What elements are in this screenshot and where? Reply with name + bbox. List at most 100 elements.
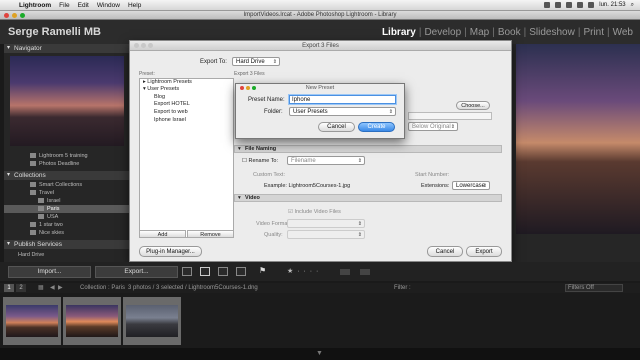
preset-item[interactable]: Blog [154,94,165,100]
menu-help[interactable]: Help [128,2,141,9]
tray-icon[interactable] [544,2,551,8]
minimize-icon[interactable] [246,86,250,90]
collection-item[interactable]: 1 star two [4,221,129,229]
back-icon[interactable]: ◀ [50,284,55,291]
close-icon[interactable] [4,13,9,18]
star-rating[interactable]: ★ · · · · [287,267,319,275]
module-library[interactable]: Library [379,27,419,38]
apple-icon[interactable] [6,1,14,9]
choose-folder-button[interactable]: Choose... [456,101,490,110]
cancel-preset-button[interactable]: Cancel [318,122,355,132]
loupe-photo[interactable] [516,44,640,234]
cancel-button[interactable]: Cancel [427,246,463,257]
collection-icon [30,230,36,236]
folder-label: Folder: [264,109,283,115]
battery-icon[interactable] [588,2,595,8]
color-label-icon[interactable] [340,269,350,275]
forward-icon[interactable]: ▶ [58,284,63,291]
new-preset-title: New Preset [236,84,404,92]
zoom-icon[interactable] [252,86,256,90]
menu-window[interactable]: Window [97,2,120,9]
publish-header[interactable]: Publish Services [4,240,129,249]
rename-checkbox[interactable]: ☐ Rename To: [242,158,278,164]
video-section[interactable]: Video [234,194,502,202]
extensions-select[interactable]: Lowercase [452,181,490,190]
navigator-header[interactable]: Navigator [4,44,129,53]
collection-item[interactable]: Smart Collections [4,181,129,189]
rotate-icon[interactable] [360,269,370,275]
search-icon[interactable]: ⌕ [631,2,634,9]
folder-label: Lightroom 5 training [39,153,88,159]
create-preset-button[interactable]: Create [358,122,395,132]
survey-view-icon[interactable] [236,267,246,276]
menu-app[interactable]: Lightroom [19,2,51,9]
page-2-button[interactable]: 2 [16,284,26,292]
menu-file[interactable]: File [59,2,69,9]
collection-item[interactable]: Israel [4,197,129,205]
collection-item[interactable]: Nice skies [4,229,129,237]
rename-template-select[interactable]: Filename [287,156,365,165]
module-book[interactable]: Book [495,27,524,38]
import-button[interactable]: Import... [8,266,91,278]
remove-preset-button[interactable]: Remove [187,230,234,238]
preset-name-input[interactable]: Iphone [289,95,396,104]
grid-icon[interactable]: ▦ [38,284,44,291]
filmstrip-thumb[interactable] [63,297,121,345]
export-to-select[interactable]: Hard Drive [232,57,280,66]
filter-select[interactable]: Filters Off [565,284,623,292]
folder-item[interactable]: Lightroom 5 training [4,152,129,160]
start-number-label: Start Number: [415,172,450,178]
zoom-icon[interactable] [148,43,153,48]
filmstrip-path[interactable]: Collection : Paris [80,285,125,291]
grid-view-icon[interactable] [182,267,192,276]
folder-select[interactable]: User Presets [289,107,396,116]
flag-icon[interactable]: ⚑ [259,266,266,275]
collection-item-selected[interactable]: Paris [4,205,129,213]
menu-edit[interactable]: Edit [78,2,89,9]
compare-view-icon[interactable] [218,267,228,276]
filmstrip-thumb[interactable] [3,297,61,345]
video-format-select[interactable] [287,219,365,228]
close-icon[interactable] [134,43,139,48]
minimize-icon[interactable] [141,43,146,48]
preset-group[interactable]: ▾ User Presets [143,86,179,92]
preset-item[interactable]: Export HOTEL [154,101,190,107]
folder-path-field[interactable] [408,112,492,120]
navigator-preview[interactable] [10,56,124,146]
export-button[interactable]: Export [466,246,502,257]
include-video-checkbox[interactable]: ☑ Include Video Files [288,209,341,215]
filmstrip-toggle-icon[interactable]: ▼ [316,350,323,357]
volume-icon[interactable] [577,2,584,8]
minimize-icon[interactable] [12,13,17,18]
add-preset-button[interactable]: Add [139,230,186,238]
module-web[interactable]: Web [610,27,636,38]
collection-item[interactable]: USA [4,213,129,221]
collections-header[interactable]: Collections [4,171,129,180]
folder-item[interactable]: Photos Deadline [4,160,129,168]
clock[interactable]: lun. 21:53 [599,2,625,8]
close-icon[interactable] [240,86,244,90]
collection-set-icon [30,190,36,196]
plugin-manager-button[interactable]: Plug-in Manager... [139,246,202,257]
collection-icon [38,214,44,220]
export-toolbar-button[interactable]: Export... [95,266,178,278]
zoom-icon[interactable] [20,13,25,18]
module-slideshow[interactable]: Slideshow [526,27,578,38]
file-naming-section[interactable]: File Naming [234,145,502,153]
module-develop[interactable]: Develop [421,27,464,38]
collections-label: Collections [14,172,46,179]
page-1-button[interactable]: 1 [4,284,14,292]
publish-item[interactable]: Hard Drive [4,251,129,259]
preset-group[interactable]: ▸ Lightroom Presets [143,79,192,85]
wifi-icon[interactable] [566,2,573,8]
subfolder-select[interactable]: Below Original [408,122,458,131]
filmstrip-thumb[interactable] [123,297,181,345]
module-map[interactable]: Map [467,27,492,38]
preset-item[interactable]: Iphone Israel [154,117,186,123]
tray-icon[interactable] [555,2,562,8]
preset-item[interactable]: Export to web [154,109,188,115]
collection-item[interactable]: Travel [4,189,129,197]
module-print[interactable]: Print [580,27,607,38]
quality-select[interactable] [287,230,365,239]
loupe-view-icon[interactable] [200,267,210,276]
